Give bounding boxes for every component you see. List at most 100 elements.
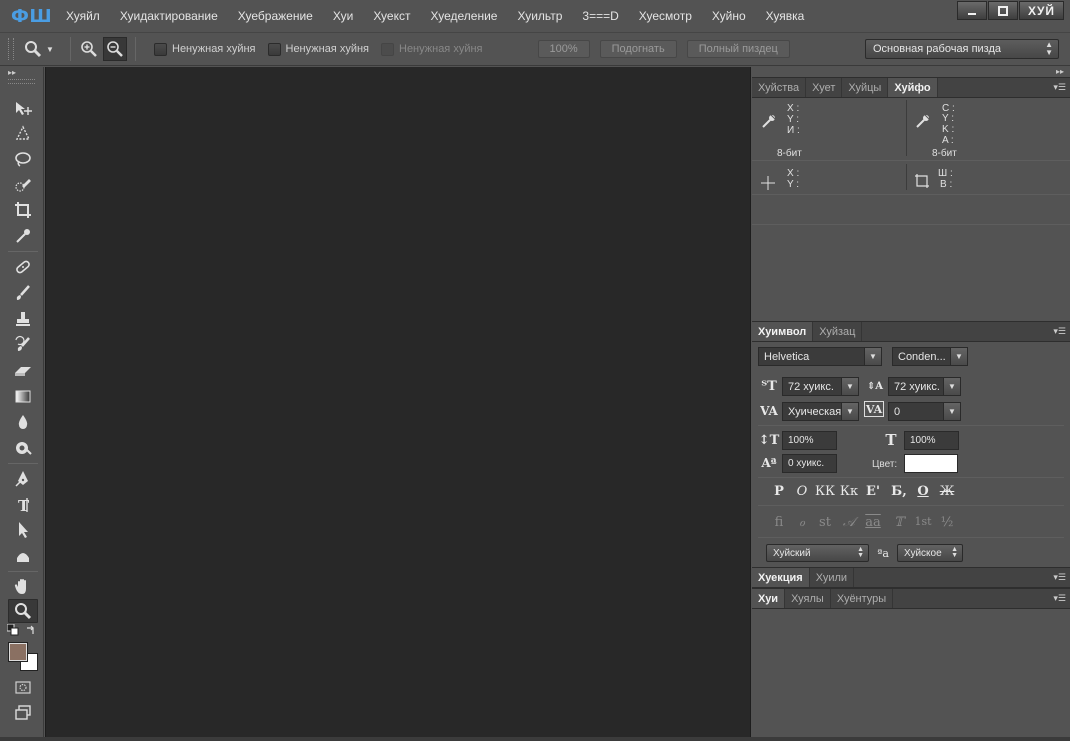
tab-channels[interactable]: Хуялы bbox=[785, 589, 831, 608]
screen-mode-button[interactable] bbox=[8, 701, 38, 725]
swap-colors-button[interactable] bbox=[24, 623, 38, 637]
collapse-panels-icon[interactable]: ▸▸ bbox=[752, 67, 1070, 77]
path-selection-tool[interactable] bbox=[8, 518, 38, 542]
tab-layers[interactable]: Хуи bbox=[752, 589, 786, 608]
zoom-tool[interactable] bbox=[8, 599, 38, 623]
panel-menu-icon[interactable]: ▾☰ bbox=[1053, 326, 1066, 337]
horizontal-scale-input[interactable]: 100% bbox=[904, 431, 959, 450]
checkbox-box[interactable] bbox=[381, 42, 394, 56]
tab-properties[interactable]: Хуйства bbox=[752, 78, 807, 97]
brush-tool[interactable] bbox=[8, 281, 38, 305]
anti-aliasing-select[interactable]: Хуйское ▲ ▼ bbox=[897, 544, 963, 562]
tab-color[interactable]: Хует bbox=[806, 78, 843, 97]
zoom-all-windows-checkbox[interactable]: Ненужная хуйня bbox=[267, 42, 369, 56]
tool-preset-picker[interactable]: ▼ bbox=[24, 40, 64, 58]
type-tool[interactable]: T bbox=[8, 493, 38, 517]
menu-window[interactable]: Хуйно bbox=[702, 0, 756, 32]
minimize-button[interactable] bbox=[957, 1, 987, 20]
font-size-select[interactable]: 72 хуикс. ▼ bbox=[782, 377, 859, 396]
subscript-button[interactable]: Б, bbox=[887, 484, 911, 499]
marquee-tool[interactable] bbox=[8, 122, 38, 146]
faux-italic-button[interactable]: О bbox=[790, 484, 814, 499]
quick-selection-tool[interactable] bbox=[8, 173, 38, 197]
menu-view[interactable]: Хуесмотр bbox=[629, 0, 702, 32]
font-family-select[interactable]: Helvetica ▼ bbox=[758, 347, 882, 366]
menu-layer[interactable]: Хуи bbox=[323, 0, 363, 32]
menu-3d[interactable]: 3===D bbox=[572, 0, 628, 32]
vertical-scale-input[interactable]: 100% bbox=[782, 431, 837, 450]
default-colors-button[interactable] bbox=[6, 623, 20, 637]
shape-tool[interactable] bbox=[8, 544, 38, 568]
close-button[interactable]: ХУЙ bbox=[1019, 1, 1064, 20]
discretionary-ligatures-button[interactable]: st bbox=[813, 515, 837, 530]
tab-character[interactable]: Хуимвол bbox=[752, 322, 814, 341]
menu-help[interactable]: Хуявка bbox=[756, 0, 815, 32]
tab-swatches[interactable]: Хуйцы bbox=[842, 78, 889, 97]
leading-select[interactable]: 72 хуикс. ▼ bbox=[888, 377, 961, 396]
tab-styles[interactable]: Хуили bbox=[810, 568, 855, 587]
tracking-select[interactable]: 0 ▼ bbox=[888, 402, 961, 421]
options-grip[interactable] bbox=[8, 38, 14, 60]
language-select[interactable]: Хуйский ▲ ▼ bbox=[766, 544, 869, 562]
tab-info[interactable]: Хуйфо bbox=[888, 78, 938, 97]
menu-edit[interactable]: Хуидактирование bbox=[110, 0, 228, 32]
dodge-tool[interactable] bbox=[8, 436, 38, 460]
lasso-tool[interactable] bbox=[8, 147, 38, 171]
old-style-button[interactable]: ℴ bbox=[790, 515, 814, 530]
maximize-button[interactable] bbox=[988, 1, 1018, 20]
kerning-select[interactable]: Хуическая ▼ bbox=[782, 402, 859, 421]
foreground-color-swatch[interactable] bbox=[8, 642, 28, 662]
tab-paragraph[interactable]: Хуйзац bbox=[813, 322, 863, 341]
menu-file[interactable]: Хуяйл bbox=[56, 0, 110, 32]
stylistic-alternates-button[interactable]: aa bbox=[861, 515, 885, 530]
move-tool[interactable] bbox=[8, 97, 38, 121]
tab-paths[interactable]: Хуёнтуры bbox=[831, 589, 894, 608]
checkbox-box[interactable] bbox=[267, 42, 281, 56]
blur-tool[interactable] bbox=[8, 410, 38, 434]
small-caps-button[interactable]: Кк bbox=[837, 484, 861, 499]
text-color-swatch[interactable] bbox=[904, 454, 958, 473]
panel-menu-icon[interactable]: ▾☰ bbox=[1053, 593, 1066, 604]
workspace-select[interactable]: Основная рабочая пизда ▲ ▼ bbox=[865, 39, 1059, 59]
menu-filter[interactable]: Хуильтр bbox=[507, 0, 572, 32]
hand-tool[interactable] bbox=[8, 574, 38, 598]
all-caps-button[interactable]: КК bbox=[813, 484, 837, 499]
superscript-button[interactable]: Е' bbox=[861, 484, 885, 499]
zoom-out-button[interactable] bbox=[103, 37, 127, 61]
menu-type[interactable]: Хуекст bbox=[363, 0, 420, 32]
ordinals-button[interactable]: 1st bbox=[911, 515, 935, 528]
tab-selection[interactable]: Хуекция bbox=[752, 568, 810, 587]
ligatures-button[interactable]: fi bbox=[767, 515, 791, 530]
baseline-shift-input[interactable]: 0 хуикс. bbox=[782, 454, 837, 473]
swash-button[interactable]: 𝒜 bbox=[837, 515, 861, 530]
fractions-button[interactable]: ½ bbox=[935, 515, 959, 530]
resize-windows-checkbox[interactable]: Ненужная хуйня bbox=[154, 42, 256, 56]
eyedropper-tool[interactable] bbox=[8, 224, 38, 248]
menu-image[interactable]: Хуебражение bbox=[228, 0, 323, 32]
toolbox-grip[interactable] bbox=[8, 79, 35, 84]
titling-alternates-button[interactable]: 𝕋 bbox=[887, 515, 911, 530]
document-canvas[interactable] bbox=[45, 67, 751, 737]
expand-toolbox-icon[interactable]: ▸▸ bbox=[0, 67, 43, 77]
history-brush-tool[interactable] bbox=[8, 333, 38, 357]
crop-tool[interactable] bbox=[8, 198, 38, 222]
strikethrough-button[interactable]: Ж bbox=[935, 484, 959, 499]
actual-pixels-button[interactable]: 100% bbox=[537, 40, 590, 58]
zoom-in-button[interactable] bbox=[77, 37, 101, 61]
clone-stamp-tool[interactable] bbox=[8, 307, 38, 331]
scrubby-zoom-checkbox[interactable]: Ненужная хуйня bbox=[381, 42, 483, 56]
pen-tool[interactable] bbox=[8, 467, 38, 491]
fit-screen-button[interactable]: Подогнать bbox=[599, 40, 677, 58]
panel-menu-icon[interactable]: ▾☰ bbox=[1053, 572, 1066, 583]
checkbox-box[interactable] bbox=[154, 42, 167, 56]
quick-mask-button[interactable] bbox=[8, 675, 38, 699]
underline-button[interactable]: О bbox=[911, 484, 935, 499]
gradient-tool[interactable] bbox=[8, 385, 38, 409]
fill-screen-button[interactable]: Полный пиздец bbox=[686, 40, 790, 58]
menu-select[interactable]: Хуеделение bbox=[420, 0, 507, 32]
font-style-select[interactable]: Conden... ▼ bbox=[892, 347, 968, 366]
panel-menu-icon[interactable]: ▾☰ bbox=[1053, 82, 1066, 93]
eraser-tool[interactable] bbox=[8, 359, 38, 383]
healing-brush-tool[interactable] bbox=[8, 255, 38, 279]
faux-bold-button[interactable]: Р bbox=[767, 484, 791, 499]
